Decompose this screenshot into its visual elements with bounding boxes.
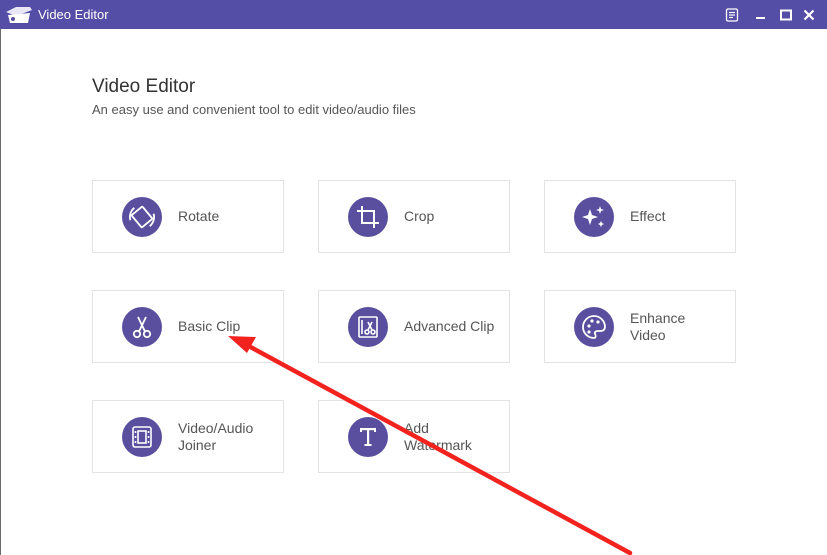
- rotate-icon: [122, 197, 162, 237]
- basic-clip-label: Basic Clip: [178, 318, 241, 334]
- maximize-icon[interactable]: [777, 6, 795, 24]
- rotate-label: Rotate: [178, 208, 220, 224]
- title-bar: Video Editor: [0, 0, 827, 29]
- add-watermark-card[interactable]: Add Watermark: [318, 400, 510, 473]
- palette-icon: [574, 307, 614, 347]
- crop-card[interactable]: Crop: [318, 180, 510, 253]
- crop-label: Crop: [404, 208, 435, 224]
- feedback-icon[interactable]: [723, 6, 741, 24]
- app-logo-icon: [6, 7, 32, 23]
- minimize-icon[interactable]: [752, 6, 770, 24]
- page-subtitle: An easy use and convenient tool to edit …: [92, 102, 416, 117]
- rotate-card[interactable]: Rotate: [92, 180, 284, 253]
- window-border: [0, 29, 1, 555]
- video-audio-joiner-label: Video/Audio Joiner: [178, 419, 254, 453]
- scissors-icon: [122, 307, 162, 347]
- enhance-video-card[interactable]: Enhance Video: [544, 290, 736, 363]
- page-title: Video Editor: [92, 76, 196, 97]
- enhance-video-label: Enhance Video: [630, 309, 686, 343]
- film-scissors-icon: [348, 307, 388, 347]
- advanced-clip-card[interactable]: Advanced Clip: [318, 290, 510, 363]
- video-audio-joiner-card[interactable]: Video/Audio Joiner: [92, 400, 284, 473]
- add-watermark-label: Add Watermark: [404, 419, 472, 453]
- sparkle-icon: [574, 197, 614, 237]
- crop-icon: [348, 197, 388, 237]
- effect-label: Effect: [630, 208, 666, 224]
- text-t-icon: [348, 417, 388, 457]
- close-icon[interactable]: [800, 6, 818, 24]
- advanced-clip-label: Advanced Clip: [404, 318, 495, 334]
- film-joiner-icon: [122, 417, 162, 457]
- basic-clip-card[interactable]: Basic Clip: [92, 290, 284, 363]
- effect-card[interactable]: Effect: [544, 180, 736, 253]
- window-title: Video Editor: [38, 7, 109, 22]
